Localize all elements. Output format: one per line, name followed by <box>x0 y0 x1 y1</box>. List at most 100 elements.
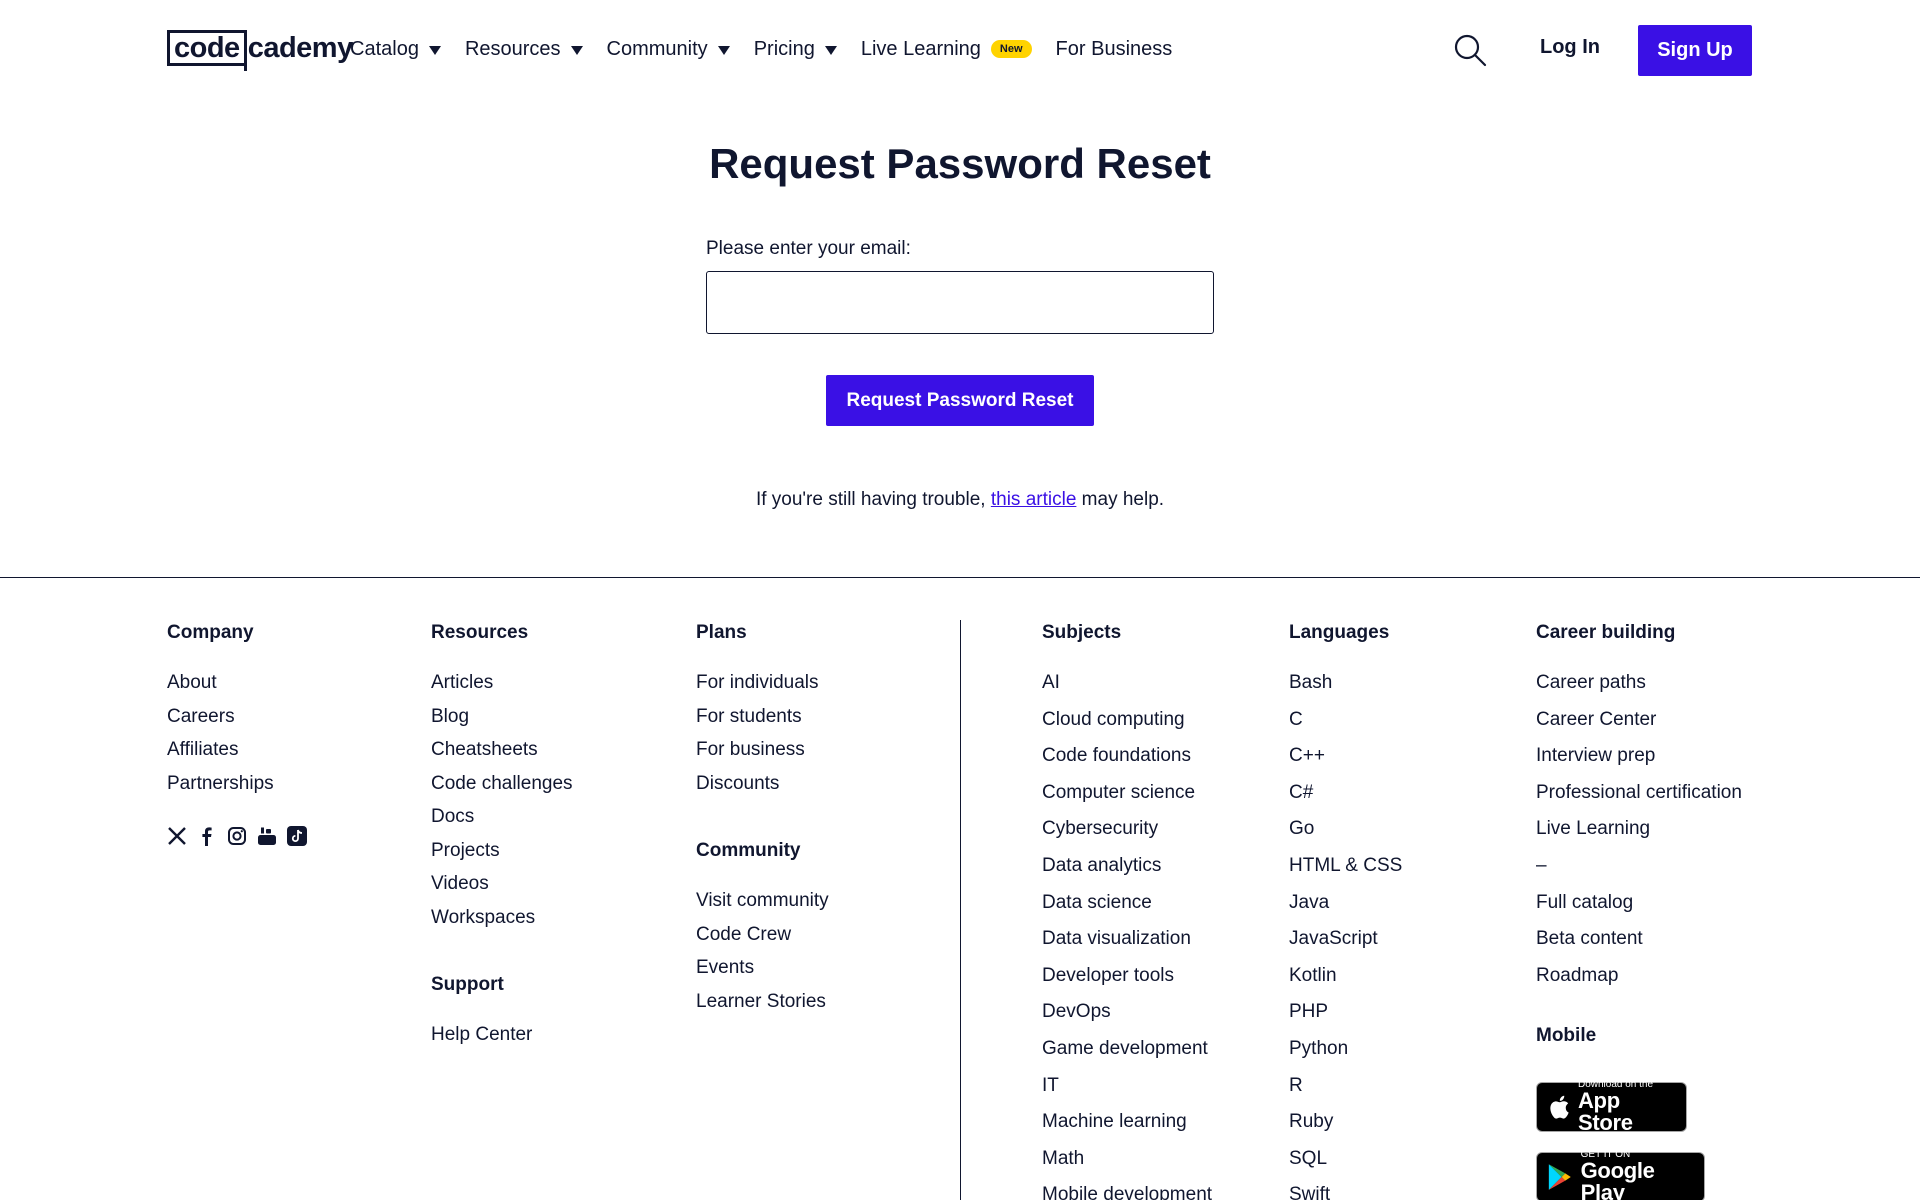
main-nav: Catalog Resources Community Pricing Live… <box>350 34 1196 64</box>
footer-link[interactable]: Visit community <box>696 890 829 924</box>
google-play-badge[interactable]: GET IT ON Google Play <box>1536 1150 1705 1200</box>
footer-link[interactable]: DevOps <box>1042 1001 1212 1038</box>
footer-link[interactable]: For business <box>696 739 829 773</box>
footer-heading: Mobile <box>1536 1025 1597 1047</box>
site-header: code cademy Catalog Resources Community … <box>0 0 1920 100</box>
footer-link[interactable]: About <box>167 672 317 706</box>
footer-link[interactable]: Interview prep <box>1536 745 1742 782</box>
footer-link[interactable]: Developer tools <box>1042 965 1212 1002</box>
footer-link[interactable]: Professional certification <box>1536 782 1742 819</box>
footer-link[interactable]: Events <box>696 957 829 991</box>
footer-link[interactable]: Projects <box>431 840 573 874</box>
footer-link[interactable]: C++ <box>1289 745 1402 782</box>
nav-for-business[interactable]: For Business <box>1056 38 1173 61</box>
footer-link[interactable]: Mobile development <box>1042 1184 1212 1200</box>
search-icon[interactable] <box>1453 33 1487 67</box>
footer-link[interactable]: Python <box>1289 1038 1402 1075</box>
footer-link[interactable]: Computer science <box>1042 782 1212 819</box>
nav-catalog[interactable]: Catalog <box>350 38 441 61</box>
google-play-icon <box>1548 1164 1571 1191</box>
footer-link[interactable]: Cheatsheets <box>431 739 573 773</box>
footer-link[interactable]: Code challenges <box>431 773 573 807</box>
footer-link[interactable]: HTML & CSS <box>1289 855 1402 892</box>
footer-company: Company About Careers Affiliates Partner… <box>167 622 317 846</box>
tiktok-icon[interactable] <box>287 826 307 846</box>
footer-link[interactable]: Careers <box>167 706 317 740</box>
footer-link[interactable]: Workspaces <box>431 907 573 941</box>
footer-link[interactable]: C <box>1289 709 1402 746</box>
footer-link[interactable]: Affiliates <box>167 739 317 773</box>
footer-divider <box>0 577 1920 578</box>
email-label: Please enter your email: <box>706 238 911 259</box>
login-link[interactable]: Log In <box>1540 36 1600 59</box>
nav-community[interactable]: Community <box>607 38 730 61</box>
footer-heading: Resources <box>431 622 529 643</box>
footer-link[interactable]: Cloud computing <box>1042 709 1212 746</box>
footer-link[interactable]: Game development <box>1042 1038 1212 1075</box>
footer-heading: Subjects <box>1042 622 1122 643</box>
footer-languages: Languages Bash C C++ C# Go HTML & CSS Ja… <box>1289 622 1402 1200</box>
footer-link[interactable]: R <box>1289 1075 1402 1112</box>
footer-link[interactable]: Code Crew <box>696 924 829 958</box>
footer-link[interactable]: For individuals <box>696 672 829 706</box>
footer-link[interactable]: Discounts <box>696 773 829 807</box>
footer-link[interactable]: Java <box>1289 892 1402 929</box>
footer-link[interactable]: Go <box>1289 818 1402 855</box>
footer-link[interactable]: Docs <box>431 806 573 840</box>
codecademy-logo[interactable]: code cademy <box>167 30 353 71</box>
footer-link[interactable]: Data visualization <box>1042 928 1212 965</box>
footer-link[interactable]: Partnerships <box>167 773 317 807</box>
footer-link[interactable]: Bash <box>1289 672 1402 709</box>
footer-heading: Support <box>431 974 504 995</box>
help-article-link[interactable]: this article <box>991 489 1077 510</box>
nav-pricing[interactable]: Pricing <box>754 38 837 61</box>
x-icon[interactable] <box>167 826 187 846</box>
footer-link[interactable]: Math <box>1042 1148 1212 1185</box>
footer-link[interactable]: Swift <box>1289 1184 1402 1200</box>
footer-link[interactable]: PHP <box>1289 1001 1402 1038</box>
footer-link[interactable]: Help Center <box>431 1024 573 1058</box>
facebook-icon[interactable] <box>197 826 217 846</box>
footer-link[interactable]: SQL <box>1289 1148 1402 1185</box>
email-input[interactable] <box>706 271 1214 334</box>
footer-link[interactable]: Kotlin <box>1289 965 1402 1002</box>
footer-link[interactable]: Blog <box>431 706 573 740</box>
caret-down-icon <box>824 45 837 55</box>
nav-community-label: Community <box>606 37 708 60</box>
nav-live-learning[interactable]: Live Learning New <box>861 38 1032 61</box>
footer-link[interactable]: Ruby <box>1289 1111 1402 1148</box>
signup-button[interactable]: Sign Up <box>1638 25 1752 76</box>
footer-link[interactable]: Code foundations <box>1042 745 1212 782</box>
footer-link[interactable]: AI <box>1042 672 1212 709</box>
footer-heading: Career building <box>1536 622 1676 643</box>
logo-box: code <box>167 30 247 71</box>
footer-link[interactable]: Beta content <box>1536 928 1742 965</box>
footer-career-building: Career building Career paths Career Cent… <box>1536 622 1742 1200</box>
help-prefix: If you're still having trouble, <box>755 489 991 510</box>
footer-link[interactable]: Cybersecurity <box>1042 818 1212 855</box>
footer-link[interactable]: Learner Stories <box>696 991 829 1025</box>
footer-heading: Community <box>696 840 801 861</box>
footer-link[interactable]: Career paths <box>1536 672 1742 709</box>
caret-down-icon <box>717 45 730 55</box>
footer-link[interactable]: Roadmap <box>1536 965 1742 1002</box>
app-store-badge[interactable]: Download on the App Store <box>1536 1080 1687 1134</box>
footer-link[interactable]: For students <box>696 706 829 740</box>
footer-link[interactable]: Live Learning <box>1536 818 1742 855</box>
footer-link[interactable]: C# <box>1289 782 1402 819</box>
footer-link[interactable]: Videos <box>431 873 573 907</box>
footer-link[interactable]: Articles <box>431 672 573 706</box>
footer-link[interactable]: Career Center <box>1536 709 1742 746</box>
footer-heading: Plans <box>696 622 747 643</box>
footer-link[interactable]: IT <box>1042 1075 1212 1112</box>
youtube-icon[interactable] <box>257 826 277 846</box>
request-password-reset-button[interactable]: Request Password Reset <box>826 375 1094 426</box>
instagram-icon[interactable] <box>227 826 247 846</box>
footer-link[interactable]: Data science <box>1042 892 1212 929</box>
footer-link[interactable]: Machine learning <box>1042 1111 1212 1148</box>
footer-link[interactable]: Data analytics <box>1042 855 1212 892</box>
nav-resources[interactable]: Resources <box>465 38 583 61</box>
footer-link[interactable]: Full catalog <box>1536 892 1742 929</box>
footer-link[interactable]: JavaScript <box>1289 928 1402 965</box>
footer-community: Community Visit community Code Crew Even… <box>696 840 829 1024</box>
